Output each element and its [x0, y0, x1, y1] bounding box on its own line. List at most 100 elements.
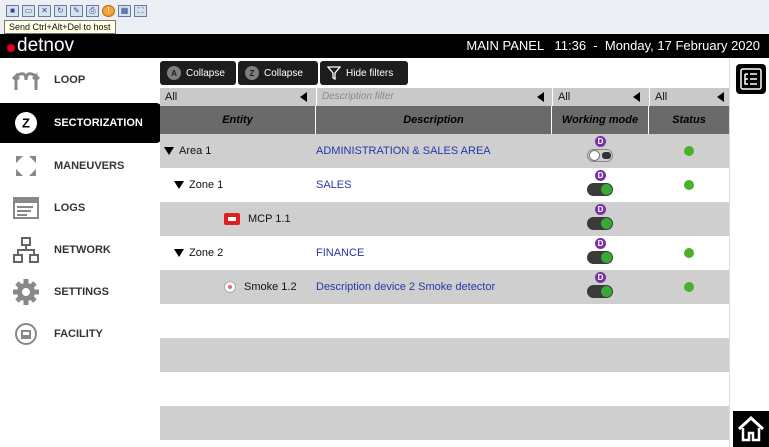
manual-call-point-icon — [224, 213, 240, 225]
working-mode-cell: D — [552, 168, 649, 202]
status-ok-icon — [684, 248, 694, 258]
working-mode-toggle[interactable] — [587, 183, 613, 196]
table-row[interactable]: Smoke 1.2 Description device 2 Smoke det… — [160, 270, 729, 304]
status-cell — [649, 202, 729, 236]
working-mode-filter[interactable]: All — [552, 88, 649, 106]
svg-text:Z: Z — [22, 116, 30, 131]
status-filter-value: All — [655, 91, 668, 103]
mode-badge: D — [595, 238, 606, 249]
entity-name: MCP 1.1 — [248, 213, 291, 225]
filter-icon — [327, 66, 341, 80]
sidebar-item-label: FACILITY — [54, 328, 103, 340]
gear-icon — [12, 278, 40, 306]
status-ok-icon — [684, 146, 694, 156]
working-mode-control: D — [552, 238, 648, 268]
column-header-working-mode[interactable]: Working mode — [552, 106, 649, 134]
sidebar-item-facility[interactable]: FACILITY — [0, 314, 160, 354]
sidebar-item-label: NETWORK — [54, 244, 111, 256]
expand-caret-icon[interactable] — [174, 181, 184, 189]
status-ok-icon — [684, 180, 694, 190]
sidebar: LOOP Z SECTORIZATION MANEUVERS LOGS NETW… — [0, 58, 162, 447]
tree-view-button[interactable] — [736, 64, 766, 94]
window-icon[interactable]: ▭ — [22, 5, 35, 17]
zone-badge-icon: Z — [245, 66, 259, 80]
collapse-zones-button[interactable]: Z Collapse — [238, 61, 318, 85]
main-panel: A Collapse Z Collapse Hide filters All D… — [160, 58, 729, 447]
mode-badge: D — [595, 170, 606, 181]
sidebar-item-maneuvers[interactable]: MANEUVERS — [0, 146, 160, 186]
status-cell — [649, 236, 729, 270]
sidebar-item-label: SECTORIZATION — [54, 117, 143, 129]
network-icon[interactable]: ▦ — [118, 5, 131, 17]
status-cell — [649, 134, 729, 168]
sidebar-item-sectorization[interactable]: Z SECTORIZATION — [0, 103, 162, 143]
description-cell: SALES — [316, 168, 552, 202]
working-mode-cell: D — [552, 236, 649, 270]
table-row[interactable]: Zone 1 SALES D — [160, 168, 729, 202]
description-filter-input[interactable]: Description filter — [316, 88, 552, 106]
dropdown-arrow-icon — [633, 92, 640, 102]
sidebar-item-loop[interactable]: LOOP — [0, 60, 160, 100]
table-row[interactable]: Area 1 ADMINISTRATION & SALES AREA D — [160, 134, 729, 168]
paint-icon[interactable]: ✎ — [70, 5, 83, 17]
description-cell — [316, 202, 552, 236]
table-row[interactable]: Zone 2 FINANCE D — [160, 236, 729, 270]
area-badge-icon: A — [167, 66, 181, 80]
tooltip: Send Ctrl+Alt+Del to host — [4, 20, 116, 34]
column-header-status[interactable]: Status — [649, 106, 729, 134]
toggle-knob — [601, 286, 612, 297]
entity-name: Zone 2 — [189, 247, 224, 259]
sidebar-item-network[interactable]: NETWORK — [0, 230, 160, 270]
collapse-areas-label: Collapse — [186, 67, 225, 79]
entity-cell: Area 1 — [164, 134, 316, 168]
status-filter[interactable]: All — [649, 88, 729, 106]
working-mode-toggle[interactable] — [587, 285, 613, 298]
fullscreen-icon[interactable]: ⛶ — [134, 5, 147, 17]
expand-caret-icon[interactable] — [174, 249, 184, 257]
description-text: Description device 2 Smoke detector — [316, 281, 496, 293]
sidebar-item-label: LOOP — [54, 74, 86, 86]
entity-name: Smoke 1.2 — [244, 281, 297, 293]
entity-cell: Zone 1 — [174, 168, 316, 202]
working-mode-toggle[interactable] — [587, 251, 613, 264]
mode-badge: D — [595, 204, 606, 215]
filter-row: All Description filter All All — [160, 88, 729, 106]
expand-caret-icon[interactable] — [164, 147, 174, 155]
entity-filter[interactable]: All — [160, 88, 316, 106]
working-mode-toggle[interactable] — [587, 149, 613, 162]
column-header-entity[interactable]: Entity — [160, 106, 316, 134]
working-mode-control: D — [552, 272, 648, 302]
warning-icon[interactable]: ! — [102, 5, 115, 17]
refresh-icon[interactable]: ↻ — [54, 5, 67, 17]
entity-name: Area 1 — [179, 145, 212, 157]
home-button[interactable] — [733, 411, 769, 447]
table-row[interactable]: MCP 1.1 D — [160, 202, 729, 236]
toggle-knob — [601, 184, 612, 195]
column-header-description[interactable]: Description — [316, 106, 552, 134]
working-mode-control: D — [552, 170, 648, 200]
table-toolbar: A Collapse Z Collapse Hide filters — [160, 58, 729, 88]
toggle-knob — [589, 150, 600, 161]
dropdown-arrow-icon — [537, 92, 544, 102]
entity-cell: Smoke 1.2 — [224, 270, 316, 304]
sidebar-item-logs[interactable]: LOGS — [0, 188, 160, 228]
empty-row — [160, 338, 729, 372]
tools-icon[interactable]: ✕ — [38, 5, 51, 17]
collapse-zones-label: Collapse — [264, 67, 303, 79]
sidebar-item-settings[interactable]: SETTINGS — [0, 272, 160, 312]
empty-row — [160, 304, 729, 338]
ctrl-alt-del-icon[interactable]: ■ — [6, 5, 19, 17]
collapse-areas-button[interactable]: A Collapse — [160, 61, 236, 85]
hide-filters-button[interactable]: Hide filters — [320, 61, 408, 85]
status-ok-icon — [684, 282, 694, 292]
description-filter-placeholder: Description filter — [322, 91, 394, 102]
printer-icon[interactable]: ⎙ — [86, 5, 99, 17]
working-mode-cell: D — [552, 202, 649, 236]
description-cell: FINANCE — [316, 236, 552, 270]
working-mode-toggle[interactable] — [587, 217, 613, 230]
dropdown-arrow-icon — [717, 92, 724, 102]
working-mode-cell: D — [552, 270, 649, 304]
entity-name: Zone 1 — [189, 179, 224, 191]
table-header: Entity Description Working mode Status — [160, 106, 729, 134]
sidebar-item-label: MANEUVERS — [54, 160, 125, 172]
